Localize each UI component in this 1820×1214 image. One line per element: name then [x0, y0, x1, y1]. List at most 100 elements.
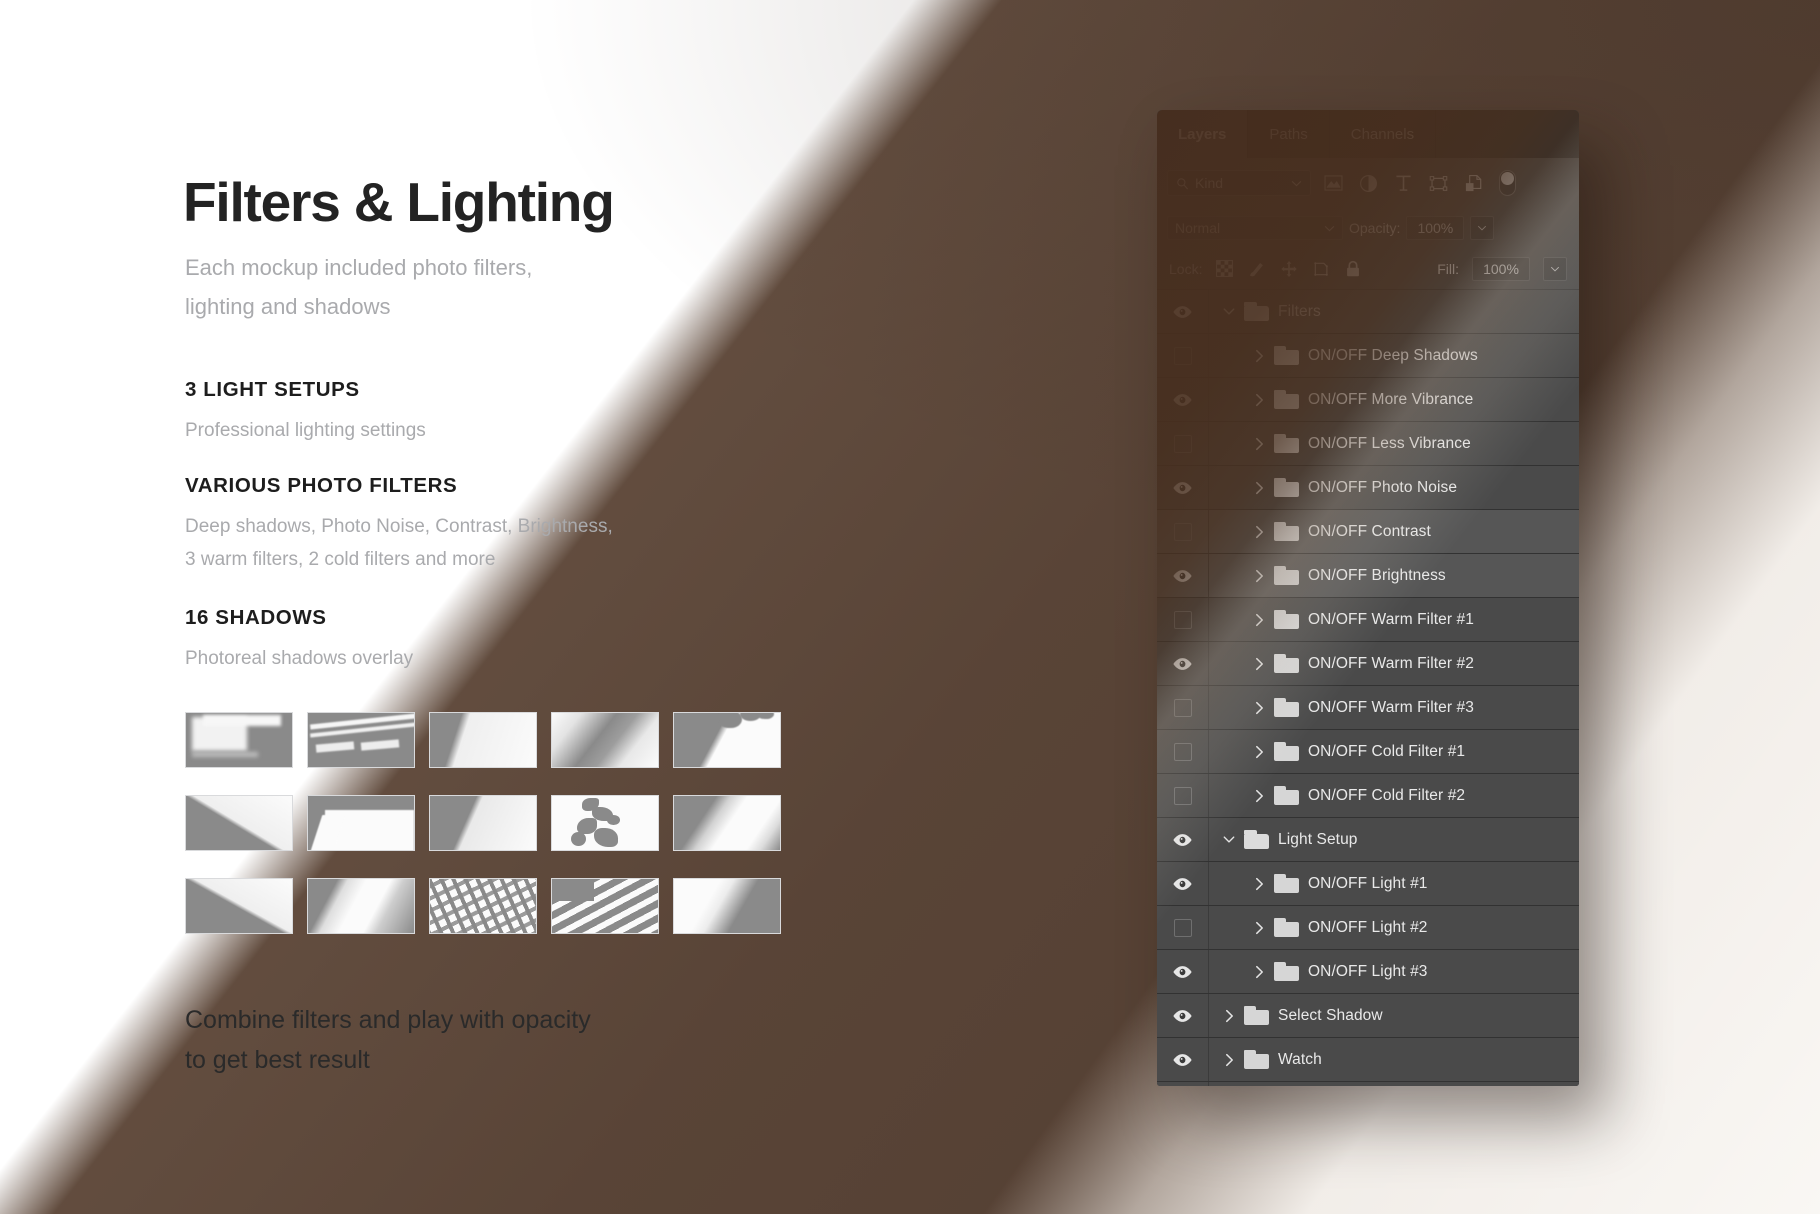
opacity-label: Opacity:: [1349, 220, 1401, 236]
layer-row-body: Light Setup: [1209, 830, 1579, 849]
folder-closed-icon: [1274, 346, 1299, 365]
chevron-right-icon[interactable]: [1253, 525, 1265, 539]
tab-paths[interactable]: Paths: [1248, 110, 1330, 158]
feature-block-light-setups: 3 LIGHT SETUPS Professional lighting set…: [185, 378, 426, 447]
chevron-right-icon[interactable]: [1223, 1053, 1235, 1067]
chevron-right-icon[interactable]: [1253, 789, 1265, 803]
layer-visibility-empty-box[interactable]: [1157, 334, 1209, 377]
layer-visibility-eye-icon[interactable]: [1157, 1082, 1209, 1086]
filter-enable-toggle[interactable]: [1499, 170, 1516, 196]
tab-layers[interactable]: Layers: [1157, 110, 1249, 158]
layer-visibility-eye-icon[interactable]: [1157, 818, 1209, 861]
layer-row[interactable]: ON/OFF Deep Shadows: [1157, 334, 1579, 378]
layer-name: ON/OFF Photo Noise: [1308, 478, 1458, 496]
image-filter-icon[interactable]: [1320, 171, 1346, 195]
chevron-right-icon[interactable]: [1253, 613, 1265, 627]
chevron-right-icon[interactable]: [1223, 1009, 1235, 1023]
folder-closed-icon: [1274, 918, 1299, 937]
layer-name: ON/OFF Light #3: [1308, 962, 1428, 980]
shape-filter-icon[interactable]: [1425, 171, 1451, 195]
fill-stepper[interactable]: [1543, 256, 1567, 281]
layer-visibility-empty-box[interactable]: [1157, 906, 1209, 949]
layer-row[interactable]: ON/OFF Warm Filter #2: [1157, 642, 1579, 686]
type-filter-icon[interactable]: [1390, 171, 1416, 195]
layer-visibility-empty-box[interactable]: [1157, 686, 1209, 729]
layer-row[interactable]: Select Shadow: [1157, 994, 1579, 1038]
layer-visibility-empty-box[interactable]: [1157, 730, 1209, 773]
feature-block-photo-filters: VARIOUS PHOTO FILTERS Deep shadows, Phot…: [185, 474, 613, 576]
layer-visibility-empty-box[interactable]: [1157, 510, 1209, 553]
chevron-right-icon[interactable]: [1253, 701, 1265, 715]
layer-row[interactable]: ON/OFF Less Vibrance: [1157, 422, 1579, 466]
layer-row-body: ON/OFF Light #1: [1209, 874, 1579, 893]
folder-closed-icon: [1274, 874, 1299, 893]
lock-all-icon[interactable]: [1343, 259, 1362, 278]
layer-row[interactable]: ON/OFF More Vibrance: [1157, 378, 1579, 422]
layer-visibility-empty-box[interactable]: [1157, 422, 1209, 465]
layer-row[interactable]: ON/OFF Warm Filter #3: [1157, 686, 1579, 730]
closing-text: Combine filters and play with opacity to…: [185, 1006, 591, 1074]
layer-visibility-eye-icon[interactable]: [1157, 466, 1209, 509]
chevron-down-icon: [1291, 180, 1302, 187]
layer-visibility-eye-icon[interactable]: [1157, 994, 1209, 1037]
layer-visibility-eye-icon[interactable]: [1157, 950, 1209, 993]
layer-visibility-eye-icon[interactable]: [1157, 642, 1209, 685]
page-title: Filters & Lighting: [183, 171, 615, 233]
layer-row[interactable]: ON/OFF Cold Filter #2: [1157, 774, 1579, 818]
layer-row[interactable]: ON/OFF Photo Noise: [1157, 466, 1579, 510]
folder-open-icon: [1244, 830, 1269, 849]
layer-visibility-eye-icon[interactable]: [1157, 862, 1209, 905]
layer-name: Light Setup: [1278, 830, 1358, 848]
layer-row[interactable]: Filters: [1157, 290, 1579, 334]
chevron-right-icon[interactable]: [1253, 437, 1265, 451]
layer-visibility-eye-icon[interactable]: [1157, 1038, 1209, 1081]
layer-row[interactable]: Watch: [1157, 1038, 1579, 1082]
opacity-stepper[interactable]: [1470, 216, 1495, 240]
tab-channels[interactable]: Channels: [1329, 110, 1437, 158]
layer-row[interactable]: ON/OFF Cold Filter #1: [1157, 730, 1579, 774]
layer-row[interactable]: ON/OFF Warm Filter #1: [1157, 598, 1579, 642]
layer-row-body: ON/OFF Cold Filter #2: [1209, 786, 1579, 805]
chevron-right-icon[interactable]: [1253, 569, 1265, 583]
layer-row-body: ON/OFF Warm Filter #1: [1209, 610, 1579, 629]
lock-artboard-icon[interactable]: [1311, 259, 1330, 278]
chevron-down-icon[interactable]: [1223, 835, 1235, 844]
opacity-input[interactable]: 100%: [1406, 216, 1465, 240]
chevron-right-icon[interactable]: [1253, 921, 1265, 935]
chevron-right-icon[interactable]: [1253, 349, 1265, 363]
layer-row[interactable]: Light Setup: [1157, 818, 1579, 862]
layer-name: ON/OFF Brightness: [1308, 566, 1446, 584]
chevron-right-icon[interactable]: [1253, 745, 1265, 759]
smart-object-filter-icon[interactable]: [1460, 171, 1486, 195]
lock-label: Lock:: [1169, 260, 1203, 277]
chevron-down-icon[interactable]: [1223, 307, 1235, 316]
filter-kind-select[interactable]: Kind: [1167, 170, 1311, 196]
chevron-right-icon[interactable]: [1253, 481, 1265, 495]
chevron-right-icon[interactable]: [1253, 965, 1265, 979]
chevron-right-icon[interactable]: [1253, 877, 1265, 891]
layer-row[interactable]: Phone: [1157, 1082, 1579, 1086]
lock-position-icon[interactable]: [1279, 259, 1298, 278]
chevron-right-icon[interactable]: [1253, 657, 1265, 671]
layer-name: ON/OFF Deep Shadows: [1308, 346, 1478, 364]
layer-visibility-eye-icon[interactable]: [1157, 378, 1209, 421]
fill-input[interactable]: 100%: [1472, 256, 1530, 281]
layer-visibility-empty-box[interactable]: [1157, 774, 1209, 817]
adjustment-filter-icon[interactable]: [1355, 171, 1381, 195]
folder-closed-icon: [1274, 654, 1299, 673]
layer-row[interactable]: ON/OFF Contrast: [1157, 510, 1579, 554]
lock-image-icon[interactable]: [1247, 259, 1266, 278]
layer-visibility-eye-icon[interactable]: [1157, 290, 1209, 333]
layer-row[interactable]: ON/OFF Brightness: [1157, 554, 1579, 598]
layer-row[interactable]: ON/OFF Light #2: [1157, 906, 1579, 950]
layer-row-body: Select Shadow: [1209, 1006, 1579, 1025]
layer-row[interactable]: ON/OFF Light #3: [1157, 950, 1579, 994]
lock-transparency-icon[interactable]: [1215, 259, 1234, 278]
shadow-thumbnail-grid: [185, 712, 781, 934]
layer-name: ON/OFF Contrast: [1308, 522, 1431, 540]
layer-visibility-eye-icon[interactable]: [1157, 554, 1209, 597]
layer-visibility-empty-box[interactable]: [1157, 598, 1209, 641]
layer-row[interactable]: ON/OFF Light #1: [1157, 862, 1579, 906]
chevron-right-icon[interactable]: [1253, 393, 1265, 407]
blend-mode-select[interactable]: Normal: [1167, 216, 1343, 240]
